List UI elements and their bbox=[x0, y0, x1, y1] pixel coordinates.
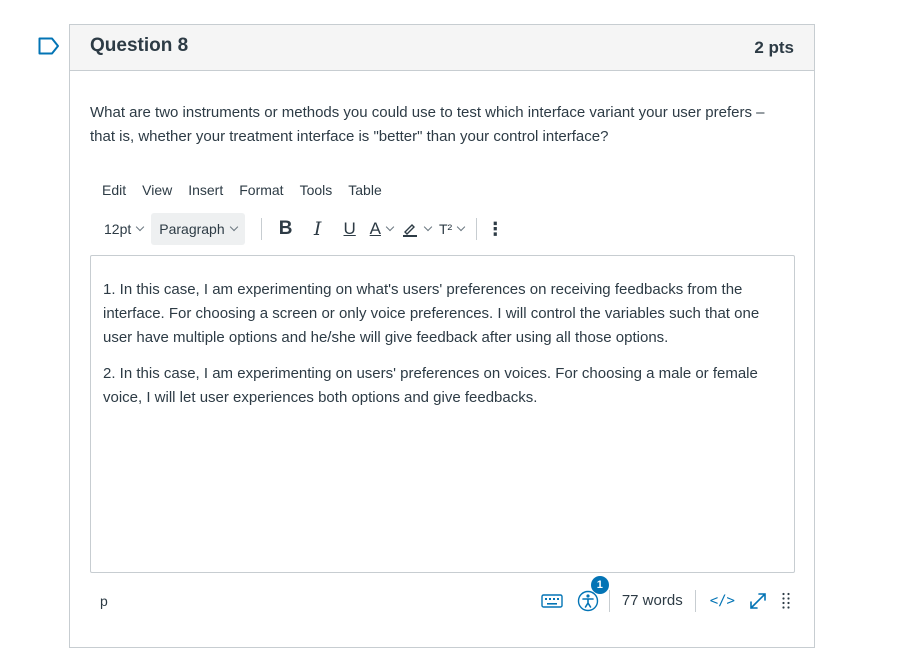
question-points: 2 pts bbox=[754, 38, 794, 57]
text-color-button[interactable]: A bbox=[366, 213, 397, 245]
html-editor-toggle[interactable]: </> bbox=[710, 593, 735, 609]
editor-toolbar: 12pt Paragraph B I U A T² ⋮ bbox=[100, 213, 505, 245]
drag-handle-icon bbox=[782, 592, 790, 609]
toolbar-divider bbox=[260, 218, 262, 240]
highlight-color-button[interactable] bbox=[397, 213, 435, 245]
question-prompt: What are two instruments or methods you … bbox=[90, 104, 765, 145]
block-format-value: Paragraph bbox=[159, 221, 225, 237]
menu-tools[interactable]: Tools bbox=[300, 182, 333, 198]
underline-button[interactable]: U bbox=[334, 213, 366, 245]
font-size-value: 12pt bbox=[104, 221, 132, 237]
bold-button[interactable]: B bbox=[270, 213, 302, 245]
answer-paragraph: 2. In this case, I am experimenting on u… bbox=[103, 365, 758, 406]
toolbar-divider bbox=[476, 218, 478, 240]
accessibility-checker-button[interactable]: 1 bbox=[575, 576, 609, 614]
resize-handle[interactable] bbox=[777, 588, 795, 614]
bookmark-flag-icon[interactable] bbox=[38, 37, 60, 55]
a11y-issue-badge: 1 bbox=[590, 576, 609, 594]
editor-statusbar: p 1 77 words </> bbox=[90, 576, 795, 617]
menu-format[interactable]: Format bbox=[239, 182, 283, 198]
menu-edit[interactable]: Edit bbox=[102, 182, 126, 198]
italic-button[interactable]: I bbox=[302, 213, 334, 245]
superscript-icon: T² bbox=[438, 221, 453, 237]
text-color-icon: A bbox=[369, 219, 381, 238]
question-header: Question 8 2 pts bbox=[70, 25, 814, 71]
fullscreen-button[interactable] bbox=[745, 588, 771, 614]
highlighter-icon bbox=[402, 224, 417, 237]
more-options-button[interactable]: ⋮ bbox=[485, 213, 505, 245]
editor-menubar: Edit View Insert Format Tools Table bbox=[102, 182, 398, 198]
superscript-button[interactable]: T² bbox=[435, 213, 468, 245]
keyboard-icon bbox=[541, 594, 563, 608]
block-format-select[interactable]: Paragraph bbox=[151, 213, 245, 245]
menu-view[interactable]: View bbox=[142, 182, 172, 198]
menu-table[interactable]: Table bbox=[348, 182, 381, 198]
answer-paragraph: 1. In this case, I am experimenting on w… bbox=[103, 281, 760, 346]
fullscreen-icon bbox=[750, 593, 766, 609]
word-count: 77 words bbox=[608, 590, 696, 612]
question-title: Question 8 bbox=[90, 35, 189, 56]
chevron-down-icon bbox=[136, 222, 145, 232]
answer-editor[interactable]: 1. In this case, I am experimenting on w… bbox=[90, 255, 795, 573]
element-path[interactable]: p bbox=[100, 593, 108, 609]
statusbar-actions: 1 77 words </> bbox=[529, 576, 795, 617]
keyboard-shortcuts-button[interactable] bbox=[539, 588, 565, 614]
chevron-down-icon bbox=[423, 222, 433, 232]
question-card: Question 8 2 pts What are two instrument… bbox=[69, 24, 815, 648]
menu-insert[interactable]: Insert bbox=[188, 182, 223, 198]
font-size-select[interactable]: 12pt bbox=[100, 213, 151, 245]
chevron-down-icon bbox=[385, 222, 395, 232]
chevron-down-icon bbox=[229, 222, 238, 232]
chevron-down-icon bbox=[456, 222, 466, 232]
